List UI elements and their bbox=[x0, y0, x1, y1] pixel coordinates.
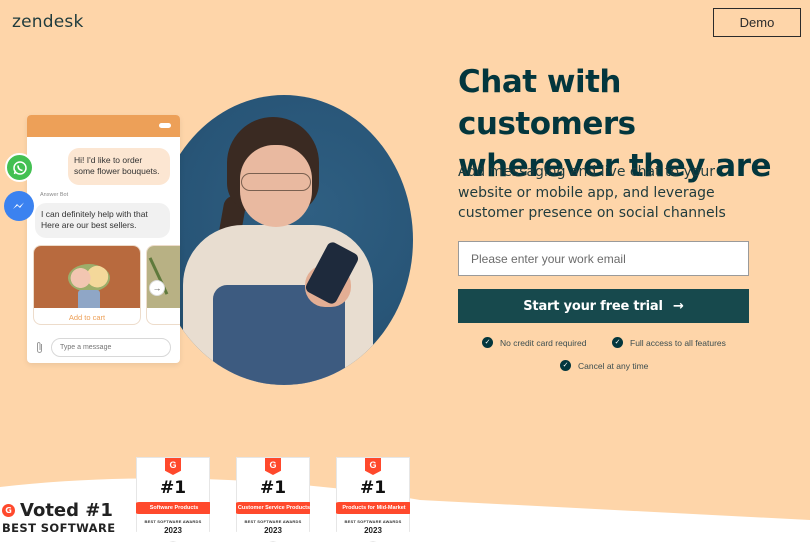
g2-logo-icon: G bbox=[365, 458, 381, 475]
badge-year: 2023 bbox=[264, 526, 282, 535]
g2-award-badge: G #1 Software Products BEST SOFTWARE AWA… bbox=[136, 457, 210, 542]
check-circle-icon: ✓ bbox=[612, 337, 623, 348]
voted-number-one: G Voted #1 bbox=[2, 500, 113, 521]
whatsapp-icon bbox=[5, 153, 34, 182]
chat-header bbox=[27, 115, 180, 137]
badge-category: Products for Mid-Market bbox=[336, 502, 410, 514]
work-email-input[interactable] bbox=[458, 241, 749, 276]
badge-award-name: BEST SOFTWARE AWARDS bbox=[144, 519, 202, 524]
badge-category: Customer Service Products bbox=[236, 502, 310, 514]
check-circle-icon: ✓ bbox=[560, 360, 571, 371]
badge-year: 2023 bbox=[364, 526, 382, 535]
product-card: Add to cart bbox=[33, 245, 141, 325]
user-message-bubble: Hi! I'd like to order some flower bouque… bbox=[68, 148, 170, 185]
perk-label: Full access to all features bbox=[630, 337, 726, 348]
arrow-right-icon: → bbox=[149, 280, 165, 296]
demo-button[interactable]: Demo bbox=[713, 8, 801, 37]
bot-message-text: I can definitely help with that Here are… bbox=[41, 209, 148, 230]
zendesk-logo[interactable]: zendesk bbox=[12, 12, 84, 32]
check-circle-icon: ✓ bbox=[482, 337, 493, 348]
start-free-trial-button[interactable]: Start your free trial → bbox=[458, 289, 749, 323]
bot-name: Answer Bot bbox=[40, 192, 69, 198]
perk-item: ✓ Cancel at any time bbox=[560, 360, 648, 371]
perk-item: ✓ No credit card required bbox=[482, 337, 586, 348]
badge-award-name: BEST SOFTWARE AWARDS bbox=[344, 519, 402, 524]
perk-item: ✓ Full access to all features bbox=[612, 337, 726, 348]
perk-label: Cancel at any time bbox=[578, 360, 649, 371]
minimize-icon bbox=[159, 123, 171, 128]
perk-label: No credit card required bbox=[500, 337, 587, 348]
chat-message-input bbox=[51, 338, 171, 357]
add-to-cart-button: Add to cart bbox=[68, 313, 106, 322]
badge-rank: #1 bbox=[259, 478, 287, 498]
paperclip-icon bbox=[35, 341, 44, 354]
best-software-label: BEST SOFTWARE bbox=[2, 521, 116, 535]
badge-award-name: BEST SOFTWARE AWARDS bbox=[244, 519, 302, 524]
bot-message-bubble: I can definitely help with that Here are… bbox=[35, 203, 170, 238]
chat-widget-preview: Hi! I'd like to order some flower bouque… bbox=[27, 115, 180, 363]
badge-year: 2023 bbox=[164, 526, 182, 535]
start-free-trial-label: Start your free trial bbox=[523, 298, 663, 314]
hero-photo bbox=[155, 95, 413, 385]
badge-rank: #1 bbox=[159, 478, 187, 498]
g2-award-badge: G #1 Products for Mid-Market BEST SOFTWA… bbox=[336, 457, 410, 542]
product-image bbox=[147, 246, 180, 308]
arrow-right-icon: → bbox=[673, 298, 684, 314]
messenger-icon bbox=[4, 191, 34, 221]
badge-category: Software Products bbox=[136, 502, 210, 514]
badge-rank: #1 bbox=[359, 478, 387, 498]
g2-logo-icon: G bbox=[165, 458, 181, 475]
page-subheadline: Add messaging and live chat to your webs… bbox=[458, 164, 726, 221]
g2-logo-icon: G bbox=[2, 504, 15, 517]
voted-label: Voted #1 bbox=[20, 500, 113, 521]
g2-award-badge: G #1 Customer Service Products BEST SOFT… bbox=[236, 457, 310, 542]
product-image bbox=[34, 246, 140, 308]
g2-logo-icon: G bbox=[265, 458, 281, 475]
